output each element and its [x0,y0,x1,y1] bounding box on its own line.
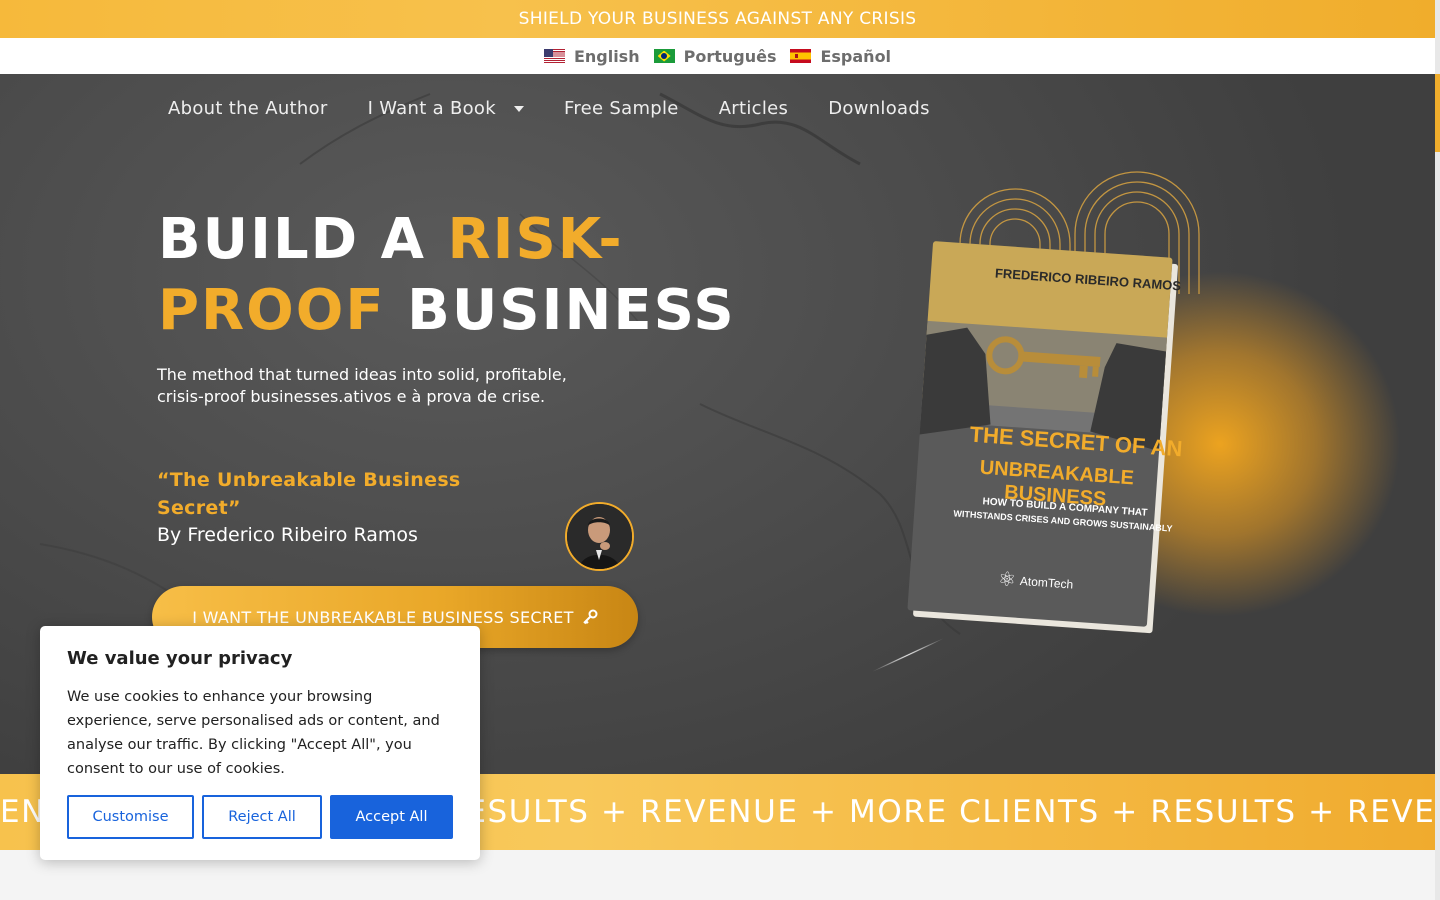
language-spanish[interactable]: Español [790,47,891,66]
nav-label: I Want a Book [367,98,496,119]
brazil-flag-icon [653,49,675,63]
headline-text: BUILD A [158,207,448,272]
language-label: English [573,46,640,66]
nav-downloads[interactable]: Downloads [828,98,930,119]
accept-all-button[interactable]: Accept All [330,795,453,839]
cookie-body: We use cookies to enhance your browsing … [67,689,440,777]
book-title: “The Unbreakable Business Secret” [157,469,461,519]
spain-flag-icon [790,49,812,63]
nav-label: Downloads [828,98,930,119]
author-byline: By Frederico Ribeiro Ramos [157,524,418,546]
nav-about-the-author[interactable]: About the Author [168,98,328,119]
nav-label: Free Sample [563,98,679,119]
us-flag-icon [543,49,565,63]
top-announcement-banner: SHIELD YOUR BUSINESS AGAINST ANY CRISIS [0,0,1435,38]
banner-text: SHIELD YOUR BUSINESS AGAINST ANY CRISIS [518,9,917,29]
cookie-actions: Customise Reject All Accept All [67,795,453,839]
language-english[interactable]: English [543,46,640,66]
author-avatar [565,502,634,571]
book-publisher-logo: ⚛ AtomTech [997,566,1074,596]
nav-label: About the Author [168,98,328,119]
language-label: Português [683,46,777,66]
page-scrollbar[interactable] [1435,0,1440,900]
customise-button[interactable]: Customise [67,795,194,839]
scrollbar-thumb[interactable] [1435,74,1440,152]
hero-headline: BUILD A RISK- PROOF BUSINESS [158,204,798,346]
headline-text: BUSINESS [385,278,736,343]
publisher-name: AtomTech [1019,573,1074,592]
cookie-consent-dialog: We value your privacy We use cookies to … [40,626,480,860]
headline-accent: RISK- [447,207,624,272]
book-cover-illustration: FREDERICO RIBEIRO RAMOS THE SECRET OF AN… [840,144,1260,673]
language-label: Español [820,46,892,66]
nav-i-want-a-book[interactable]: I Want a Book [368,98,524,119]
main-navigation: About the Author I Want a Book Free Samp… [168,98,970,119]
reject-all-button[interactable]: Reject All [202,795,322,839]
nav-articles[interactable]: Articles [719,98,789,119]
nav-free-sample[interactable]: Free Sample [564,98,679,119]
hero-subtitle: The method that turned ideas into solid,… [157,365,567,406]
chevron-down-icon [513,105,524,112]
nav-label: Articles [718,98,789,119]
language-portuguese[interactable]: Português [653,46,777,66]
key-icon [583,609,598,625]
headline-accent: PROOF [158,278,386,343]
author-portrait-icon [567,504,632,569]
atom-icon: ⚛ [997,568,1017,592]
cookie-title: We value your privacy [67,648,293,669]
cta-label: I WANT THE UNBREAKABLE BUSINESS SECRET [192,607,574,627]
language-switcher: English Português Español [0,38,1435,74]
